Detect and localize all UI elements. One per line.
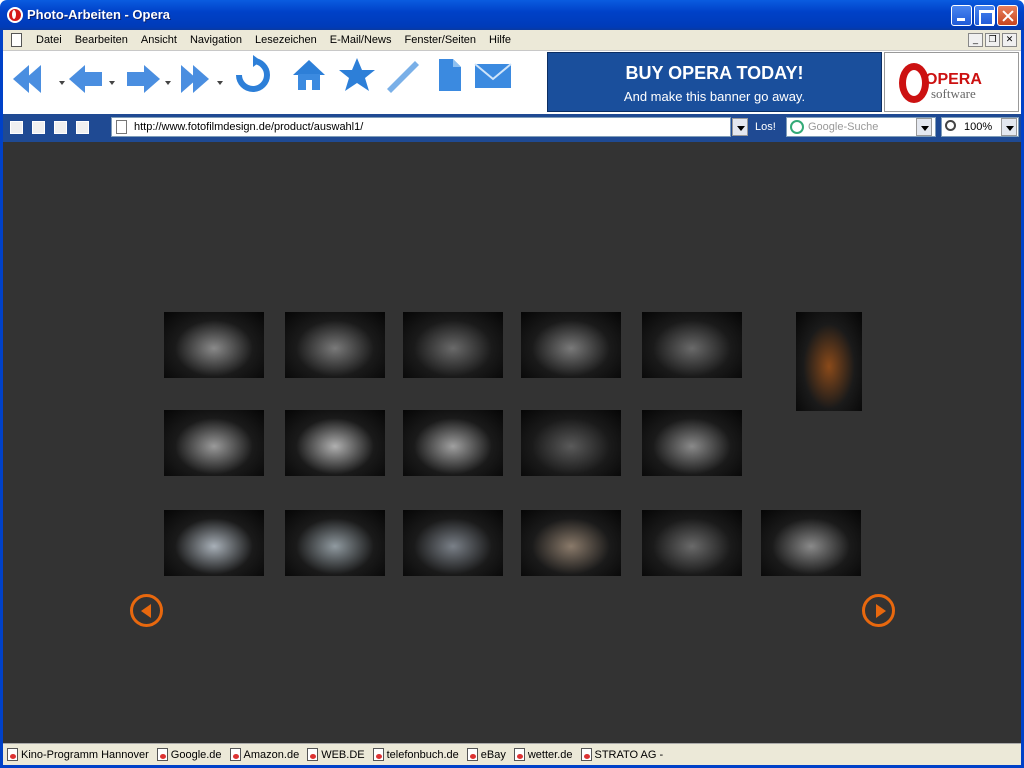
- minimize-button[interactable]: [951, 5, 972, 26]
- menu-email-news[interactable]: E-Mail/News: [330, 34, 399, 46]
- page-content: [3, 142, 1021, 743]
- back-button[interactable]: [69, 55, 115, 107]
- page-icon[interactable]: [11, 33, 22, 47]
- address-bar: http://www.fotofilmdesign.de/product/aus…: [3, 114, 1021, 142]
- pen-icon: [387, 61, 419, 93]
- bookmark-icon: [466, 748, 478, 761]
- close-button[interactable]: [997, 5, 1018, 26]
- mdi-minimize-button[interactable]: _: [968, 33, 983, 47]
- reload-button[interactable]: [233, 55, 277, 107]
- product-thumbnail[interactable]: [796, 312, 862, 411]
- window-title: Photo-Arbeiten - Opera: [27, 7, 171, 22]
- bookmark-icon: [7, 748, 18, 761]
- logo-sub-text: software: [931, 86, 976, 101]
- personal-bar: Kino-Programm Hannover Google.de Amazon.…: [3, 743, 1021, 765]
- menu-lesezeichen[interactable]: Lesezeichen: [255, 34, 324, 46]
- product-thumbnail[interactable]: [761, 510, 861, 576]
- next-page-button[interactable]: [862, 594, 895, 627]
- product-thumbnail[interactable]: [521, 510, 621, 576]
- home-icon: [293, 60, 325, 90]
- menu-datei[interactable]: Datei: [36, 34, 69, 46]
- mdi-close-button[interactable]: ✕: [1002, 33, 1017, 47]
- menu-ansicht[interactable]: Ansicht: [141, 34, 184, 46]
- maximize-button[interactable]: [974, 5, 995, 26]
- reload-icon: [236, 55, 270, 92]
- menu-fenster-seiten[interactable]: Fenster/Seiten: [404, 34, 483, 46]
- arrow-left-icon: [141, 604, 151, 618]
- zoom-dropdown-button[interactable]: [1001, 118, 1017, 136]
- prev-page-button[interactable]: [130, 594, 163, 627]
- product-thumbnail[interactable]: [642, 312, 742, 378]
- ad-banner[interactable]: BUY OPERA TODAY! And make this banner go…: [547, 52, 882, 112]
- bookmark-kino[interactable]: Kino-Programm Hannover: [7, 748, 149, 761]
- bookmarks-button[interactable]: [337, 55, 381, 107]
- security-icon[interactable]: [10, 121, 23, 134]
- back-arrow-icon: [69, 65, 85, 93]
- banner-subline: And make this banner go away.: [623, 89, 806, 104]
- menu-bearbeiten[interactable]: Bearbeiten: [75, 34, 135, 46]
- home-button[interactable]: [289, 55, 333, 107]
- title-bar: Photo-Arbeiten - Opera: [0, 0, 1024, 30]
- search-placeholder: Google-Suche: [808, 121, 879, 133]
- menu-hilfe[interactable]: Hilfe: [489, 34, 518, 46]
- google-icon: [790, 120, 804, 134]
- print-icon[interactable]: [54, 121, 67, 134]
- envelope-icon: [474, 63, 512, 88]
- zoom-value: 100%: [964, 121, 993, 133]
- bookmark-icon: [307, 748, 319, 761]
- url-dropdown-button[interactable]: [732, 118, 748, 136]
- product-thumbnail[interactable]: [521, 312, 621, 378]
- bookmark-icon: [156, 748, 168, 761]
- search-input[interactable]: Google-Suche: [786, 117, 936, 137]
- arrow-right-icon: [876, 604, 886, 618]
- mail-button[interactable]: [473, 55, 517, 107]
- bookmark-webde[interactable]: WEB.DE: [307, 748, 365, 761]
- forward-arrow-icon: [144, 65, 160, 93]
- bookmark-icon: [580, 748, 592, 761]
- banner-headline: BUY OPERA TODAY!: [625, 63, 804, 83]
- product-thumbnail[interactable]: [403, 410, 503, 476]
- product-thumbnail[interactable]: [164, 510, 264, 576]
- menu-bar: Datei Bearbeiten Ansicht Navigation Lese…: [3, 30, 1021, 50]
- menu-navigation[interactable]: Navigation: [190, 34, 249, 46]
- product-thumbnail[interactable]: [164, 410, 264, 476]
- bookmark-amazon[interactable]: Amazon.de: [229, 748, 299, 761]
- bookmark-icon: [513, 748, 525, 761]
- star-icon: [339, 58, 375, 91]
- document-icon: [439, 59, 461, 91]
- notes-button[interactable]: [383, 55, 427, 107]
- fast-forward-button[interactable]: [179, 55, 223, 107]
- forward-button[interactable]: [127, 55, 171, 107]
- url-input[interactable]: http://www.fotofilmdesign.de/product/aus…: [111, 117, 731, 137]
- mdi-restore-button[interactable]: ❐: [985, 33, 1000, 47]
- product-thumbnail[interactable]: [642, 410, 742, 476]
- rewind-button[interactable]: [11, 55, 65, 107]
- bookmark-icon: [229, 748, 241, 761]
- url-text: http://www.fotofilmdesign.de/product/aus…: [134, 121, 364, 133]
- product-thumbnail[interactable]: [642, 510, 742, 576]
- camera-icon[interactable]: [32, 121, 45, 134]
- bookmark-google[interactable]: Google.de: [156, 748, 222, 761]
- page-info-icon[interactable]: [76, 121, 89, 134]
- page-icon: [116, 120, 127, 134]
- bookmark-telefonbuch[interactable]: telefonbuch.de: [372, 748, 459, 761]
- new-page-button[interactable]: [429, 55, 473, 107]
- bookmark-icon: [372, 748, 384, 761]
- magnifier-icon: [945, 120, 956, 131]
- bookmark-ebay[interactable]: eBay: [466, 748, 506, 761]
- bookmark-strato[interactable]: STRATO AG -: [580, 748, 663, 761]
- go-button[interactable]: Los!: [755, 121, 776, 133]
- search-engine-dropdown[interactable]: [916, 118, 932, 136]
- opera-logo[interactable]: OPERA software: [884, 52, 1019, 112]
- product-thumbnail[interactable]: [521, 410, 621, 476]
- product-thumbnail[interactable]: [285, 312, 385, 378]
- product-thumbnail[interactable]: [403, 312, 503, 378]
- product-thumbnail[interactable]: [164, 312, 264, 378]
- bookmark-wetter[interactable]: wetter.de: [513, 748, 573, 761]
- product-thumbnail[interactable]: [285, 510, 385, 576]
- opera-icon: [7, 7, 23, 23]
- product-thumbnail[interactable]: [403, 510, 503, 576]
- product-thumbnail[interactable]: [285, 410, 385, 476]
